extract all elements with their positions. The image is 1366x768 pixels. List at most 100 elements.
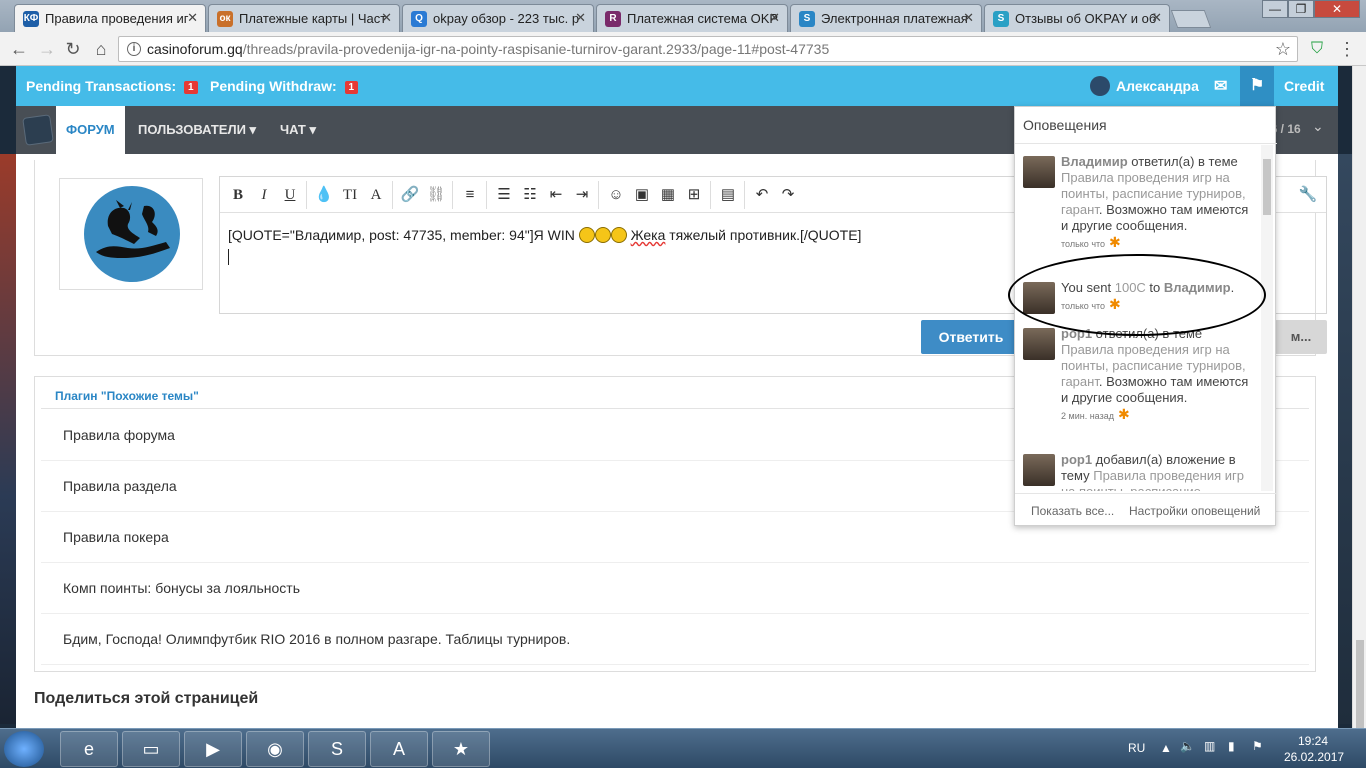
show-all-link[interactable]: Показать все... bbox=[1031, 504, 1114, 518]
redo-icon[interactable]: ↷ bbox=[776, 183, 800, 207]
emoji-laugh-icon bbox=[594, 227, 611, 243]
user-menu[interactable]: Александра bbox=[1090, 76, 1199, 96]
new-tab-button[interactable] bbox=[1170, 10, 1212, 28]
scrollbar-thumb[interactable] bbox=[1263, 159, 1271, 215]
tray-arrow-icon[interactable]: ▲ bbox=[1160, 741, 1172, 755]
battery-icon[interactable]: ▮ bbox=[1228, 739, 1235, 753]
volume-icon[interactable]: 🔈 bbox=[1180, 739, 1195, 753]
quote-text-end: тяжелый противник.[/QUOTE] bbox=[665, 227, 862, 243]
tab-title: okpay обзор - 223 тыс. р bbox=[433, 11, 580, 26]
pending-withdraw[interactable]: Pending Withdraw: 1 bbox=[210, 78, 359, 94]
media-icon[interactable]: ▦ bbox=[656, 183, 680, 207]
unlink-icon[interactable]: ⛓ bbox=[424, 183, 448, 207]
ie-icon[interactable]: e bbox=[60, 731, 118, 767]
nav-chat[interactable]: ЧАТ ▾ bbox=[270, 106, 326, 154]
pending-transactions-label: Pending Transactions: bbox=[26, 78, 177, 94]
bold-icon[interactable]: B bbox=[226, 183, 250, 207]
network-icon[interactable]: ▥ bbox=[1204, 739, 1215, 753]
insert-icon[interactable]: ⊞ bbox=[682, 183, 706, 207]
clock-date[interactable]: 26.02.2017 bbox=[1284, 750, 1344, 764]
restore-button[interactable]: ❐ bbox=[1288, 0, 1314, 18]
close-window-button[interactable]: ✕ bbox=[1314, 0, 1360, 18]
close-icon[interactable]: ✕ bbox=[575, 10, 586, 26]
numbered-list-icon[interactable]: ☷ bbox=[518, 183, 542, 207]
bookmark-star-icon[interactable]: ☆ bbox=[1275, 37, 1291, 61]
tab-electronic-payment[interactable]: S Электронная платежная ✕ bbox=[790, 4, 982, 32]
color-drop-icon[interactable]: 💧 bbox=[312, 183, 336, 207]
nav-forum[interactable]: ФОРУМ bbox=[56, 106, 125, 154]
new-star-icon: ✱ bbox=[1109, 234, 1121, 250]
notification-item[interactable]: Владимир ответил(а) в теме Правила прове… bbox=[1023, 154, 1255, 252]
close-icon[interactable]: ✕ bbox=[963, 10, 974, 26]
close-icon[interactable]: ✕ bbox=[769, 10, 780, 26]
site-logo[interactable] bbox=[22, 114, 54, 146]
reply-button[interactable]: Ответить bbox=[921, 320, 1021, 354]
image-icon[interactable]: ▣ bbox=[630, 183, 654, 207]
skype-icon[interactable]: S bbox=[308, 731, 366, 767]
pokerstars-icon[interactable]: ★ bbox=[432, 731, 490, 767]
action-center-icon[interactable]: ⚑ bbox=[1252, 739, 1263, 753]
close-icon[interactable]: ✕ bbox=[1151, 10, 1162, 26]
forward-button[interactable]: → bbox=[36, 38, 58, 60]
credit-link[interactable]: Credit bbox=[1284, 78, 1324, 94]
notification-user[interactable]: Владимир bbox=[1061, 154, 1128, 169]
smiley-icon[interactable]: ☺ bbox=[604, 183, 628, 207]
toolbar-divider bbox=[452, 181, 453, 209]
explorer-icon[interactable]: ▭ bbox=[122, 731, 180, 767]
url-field[interactable]: i casinoforum.gq/threads/pravila-provede… bbox=[118, 36, 1298, 62]
notifications-scrollbar[interactable] bbox=[1261, 145, 1273, 491]
notification-user[interactable]: pop1 bbox=[1061, 452, 1092, 467]
save-draft-icon[interactable]: ▤ bbox=[716, 183, 740, 207]
notification-settings-link[interactable]: Настройки оповещений bbox=[1129, 504, 1260, 518]
close-icon[interactable]: ✕ bbox=[381, 10, 392, 26]
clock-time[interactable]: 19:24 bbox=[1298, 734, 1328, 748]
chrome-icon[interactable]: ◉ bbox=[246, 731, 304, 767]
page-scrollbar[interactable] bbox=[1352, 66, 1366, 760]
notification-item[interactable]: pop1 ответил(а) в теме Правила проведени… bbox=[1023, 326, 1255, 424]
font-size-icon[interactable]: TI bbox=[338, 183, 362, 207]
notifications-title: Оповещения bbox=[1023, 117, 1107, 133]
tab-okpay-review[interactable]: Q okpay обзор - 223 тыс. р ✕ bbox=[402, 4, 594, 32]
italic-icon[interactable]: I bbox=[252, 183, 276, 207]
wrench-icon[interactable]: 🔧 bbox=[1296, 183, 1320, 207]
start-button[interactable] bbox=[4, 731, 44, 767]
taskbar: e ▭ ▶ ◉ S A ★ RU ▲ 🔈 ▥ ▮ ⚑ 19:24 26.02.2… bbox=[0, 728, 1366, 768]
language-indicator[interactable]: RU bbox=[1128, 741, 1145, 755]
notifications-footer: Показать все... Настройки оповещений bbox=[1015, 493, 1277, 527]
info-icon[interactable]: i bbox=[127, 42, 141, 56]
more-options-button[interactable]: м... bbox=[1275, 320, 1327, 354]
link-icon[interactable]: 🔗 bbox=[398, 183, 422, 207]
username: Александра bbox=[1116, 78, 1199, 94]
tab-forum-rules[interactable]: КФ Правила проведения иг ✕ bbox=[14, 4, 206, 32]
pending-transactions-badge: 1 bbox=[184, 81, 198, 94]
close-icon[interactable]: ✕ bbox=[187, 10, 198, 26]
shield-extension-icon[interactable]: ⛉ bbox=[1306, 38, 1328, 60]
home-icon[interactable]: ⌂ bbox=[90, 38, 112, 60]
undo-icon[interactable]: ↶ bbox=[750, 183, 774, 207]
tab-payment-system[interactable]: R Платежная система OKP ✕ bbox=[596, 4, 788, 32]
pending-transactions[interactable]: Pending Transactions: 1 bbox=[26, 78, 198, 94]
nav-users[interactable]: ПОЛЬЗОВАТЕЛИ ▾ bbox=[128, 106, 266, 154]
menu-icon[interactable]: ⋮ bbox=[1336, 38, 1358, 60]
underline-icon[interactable]: U bbox=[278, 183, 302, 207]
notification-item[interactable]: pop1 добавил(а) вложение в тему Правила … bbox=[1023, 452, 1255, 491]
list-item[interactable]: Комп поинты: бонусы за лояльность bbox=[41, 564, 1309, 614]
list-item[interactable]: Бдим, Господа! Олимпфутбик RIO 2016 в по… bbox=[41, 615, 1309, 665]
reload-button[interactable]: ↻ bbox=[62, 38, 84, 60]
envelope-icon[interactable]: ✉ bbox=[1214, 76, 1227, 96]
media-player-icon[interactable]: ▶ bbox=[184, 731, 242, 767]
indent-icon[interactable]: ⇥ bbox=[570, 183, 594, 207]
minimize-button[interactable]: — bbox=[1262, 0, 1288, 18]
chevron-double-down-icon[interactable]: ⌄ bbox=[1312, 118, 1324, 135]
tab-okpay-reviews[interactable]: S Отзывы об OKPAY и об ✕ bbox=[984, 4, 1170, 32]
avatar bbox=[84, 186, 180, 282]
tab-payment-cards[interactable]: ок Платежные карты | Част ✕ bbox=[208, 4, 400, 32]
document-icon[interactable]: A bbox=[370, 731, 428, 767]
bullet-list-icon[interactable]: ☰ bbox=[492, 183, 516, 207]
background-left bbox=[0, 154, 16, 724]
back-button[interactable]: ← bbox=[8, 38, 30, 60]
flag-icon[interactable]: ⚑ bbox=[1240, 66, 1274, 106]
font-family-icon[interactable]: A bbox=[364, 183, 388, 207]
outdent-icon[interactable]: ⇤ bbox=[544, 183, 568, 207]
align-icon[interactable]: ≡ bbox=[458, 183, 482, 207]
